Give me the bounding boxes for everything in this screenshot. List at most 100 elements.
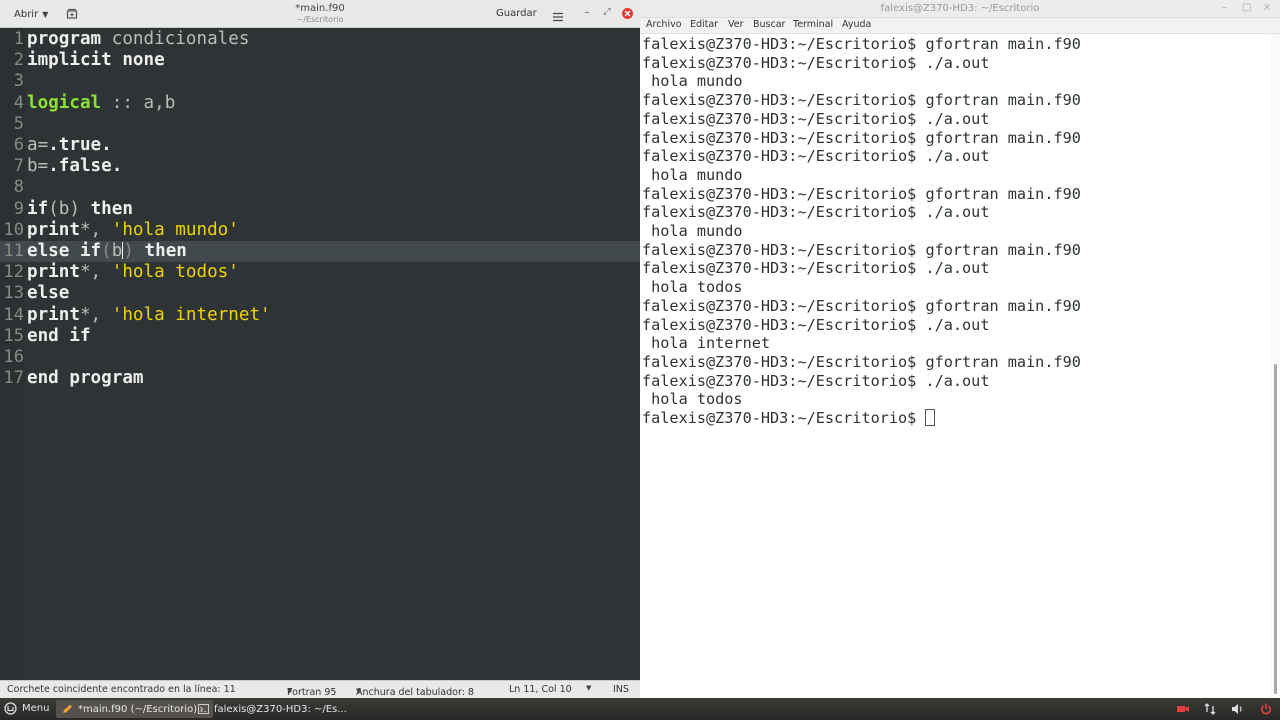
language-label: Fortran 95 [287, 687, 337, 698]
terminal-prompt-line[interactable]: falexis@Z370-HD3:~/Escritorio$ [642, 409, 936, 428]
terminal-line: hola mundo [642, 72, 743, 91]
code-text: end if [27, 326, 91, 347]
code-token: ( [101, 241, 112, 261]
line-number: 3 [13, 71, 24, 92]
menu-ayuda[interactable]: Ayuda [842, 19, 871, 30]
video-camera-icon[interactable] [1176, 702, 1190, 716]
terminal-line: falexis@Z370-HD3:~/Escritorio$ gfortran … [642, 296, 1081, 315]
terminal-prompt: falexis@Z370-HD3:~/Escritorio$ [642, 409, 926, 427]
code-token: logical [27, 92, 102, 113]
terminal-line: hola todos [642, 390, 743, 409]
editor-statusbar: Corchete coincidente encontrado en la lí… [0, 680, 640, 698]
line-number: 9 [13, 198, 24, 219]
document-title-block: *main.f90 ~/Escritorio [220, 3, 420, 25]
menu-ver[interactable]: Ver [728, 19, 744, 30]
taskbar-item-terminal[interactable]: falexis@Z370-HD3: ~/Es... [192, 700, 353, 718]
code-line[interactable]: 10 print*, 'hola mundo' [0, 220, 640, 241]
code-line[interactable]: 2 implicit none [0, 50, 640, 71]
code-line[interactable]: 3 [0, 71, 640, 92]
line-number: 10 [3, 219, 24, 240]
code-token: 'hola internet' [111, 304, 271, 325]
line-number: 1 [13, 29, 24, 49]
volume-icon[interactable] [1230, 702, 1244, 716]
code-token: condicionales [101, 29, 250, 49]
code-token: end program [27, 368, 144, 389]
code-token: print [27, 219, 80, 240]
terminal-line: falexis@Z370-HD3:~/Escritorio$ gfortran … [642, 91, 1081, 110]
taskbar-item-editor[interactable]: *main.f90 (~/Escritorio)... [56, 700, 213, 718]
code-line[interactable]: 14 print*, 'hola internet' [0, 305, 640, 326]
code-text: a=.true. [27, 135, 112, 156]
power-icon[interactable] [1259, 702, 1273, 716]
terminal-line: falexis@Z370-HD3:~/Escritorio$ ./a.out [642, 315, 990, 334]
close-icon[interactable]: × [1263, 2, 1271, 13]
code-token: print [27, 304, 80, 325]
code-line[interactable]: 15 end if [0, 326, 640, 347]
code-token: ) [123, 241, 134, 261]
menu-archivo[interactable]: Archivo [646, 19, 682, 30]
terminal-title: falexis@Z370-HD3: ~/Escritorio [880, 3, 1040, 14]
code-line[interactable]: 8 [0, 177, 640, 198]
code-text: print*, 'hola todos' [27, 262, 239, 283]
terminal-scrollbar[interactable] [1271, 34, 1280, 698]
menu-editar[interactable]: Editar [690, 19, 718, 30]
code-line[interactable]: 12 print*, 'hola todos' [0, 262, 640, 283]
terminal-line: falexis@Z370-HD3:~/Escritorio$ gfortran … [642, 184, 1081, 203]
menu-terminal[interactable]: Terminal [793, 19, 833, 30]
code-text: logical :: a,b [27, 93, 175, 114]
maximize-icon[interactable]: □ [1242, 2, 1251, 13]
terminal-line: hola mundo [642, 222, 743, 240]
code-line[interactable]: 4 logical :: a,b [0, 93, 640, 114]
code-line[interactable]: 1 program condicionales [0, 29, 640, 50]
code-token: then [144, 241, 187, 261]
code-line[interactable]: 9 if(b) then [0, 199, 640, 220]
code-line[interactable]: 17 end program [0, 368, 640, 389]
terminal-menubar: Archivo Editar Ver Buscar Terminal Ayuda [640, 18, 1280, 34]
scrollbar-thumb[interactable] [1274, 364, 1277, 694]
code-line[interactable]: 5 [0, 114, 640, 135]
terminal-output[interactable]: falexis@Z370-HD3:~/Escritorio$ gfortran … [640, 34, 1268, 698]
editor-headerbar: Abrir ▼ *main.f90 ~/Escritorio Guardar –… [0, 0, 640, 28]
code-token: end if [27, 325, 91, 346]
code-line[interactable]: 13 else [0, 283, 640, 304]
code-editor[interactable]: 1 program condicionales 2 implicit none 3 4 lo… [0, 28, 640, 680]
minimize-icon[interactable]: – [581, 7, 593, 21]
code-token: .false. [48, 156, 123, 177]
line-number: 6 [13, 135, 24, 155]
text-editor-icon [63, 704, 72, 713]
maximize-icon[interactable]: ⤢ [601, 7, 613, 21]
terminal-icon [198, 704, 209, 714]
code-token: .true. [48, 135, 112, 155]
current-code-line[interactable]: 11 else if(b) then [0, 241, 640, 263]
terminal-line: falexis@Z370-HD3:~/Escritorio$ ./a.out [642, 53, 990, 72]
code-token: else if [27, 241, 102, 261]
code-line[interactable]: 16 [0, 347, 640, 368]
close-icon[interactable] [622, 8, 633, 19]
chevron-down-icon: ▼ [356, 687, 362, 695]
chevron-down-icon[interactable]: ▼ [586, 684, 591, 692]
status-message: Corchete coincidente encontrado en la lí… [7, 684, 236, 695]
code-line[interactable]: 7 b=.false. [0, 156, 640, 177]
network-icon[interactable] [1203, 702, 1217, 716]
new-document-icon[interactable] [64, 6, 80, 22]
code-token: (b) [48, 198, 91, 219]
code-token: a= [27, 135, 49, 155]
hamburger-menu-icon[interactable] [552, 8, 564, 22]
terminal-line: falexis@Z370-HD3:~/Escritorio$ ./a.out [642, 203, 990, 222]
terminal-line: falexis@Z370-HD3:~/Escritorio$ gfortran … [642, 352, 1081, 371]
taskbar: Menu *main.f90 (~/Escritorio)... falexis… [0, 698, 1280, 720]
save-button[interactable]: Guardar [490, 6, 543, 22]
code-line[interactable]: 6 a=.true. [0, 135, 640, 156]
line-number: 7 [13, 156, 24, 177]
cursor-position[interactable]: Ln 11, Col 10 [509, 684, 572, 695]
start-menu-button[interactable]: Menu [4, 702, 49, 715]
minimize-icon[interactable]: – [1222, 2, 1227, 13]
terminal-line: falexis@Z370-HD3:~/Escritorio$ ./a.out [642, 147, 990, 166]
code-token: b= [27, 156, 49, 177]
open-button[interactable]: Abrir ▼ [8, 5, 54, 23]
line-number: 11 [3, 241, 24, 261]
code-text: else if(b) then [27, 241, 187, 262]
menu-buscar[interactable]: Buscar [753, 19, 785, 30]
code-token: 'hola todos' [111, 262, 239, 283]
